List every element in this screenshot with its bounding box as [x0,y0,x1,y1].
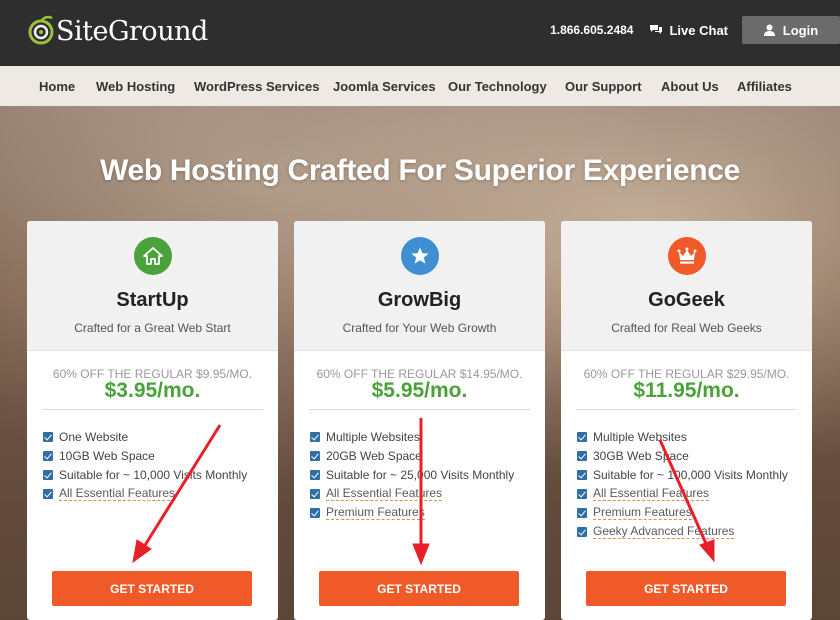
checkbox-icon [43,431,53,442]
feature-item: Suitable for ~ 100,000 Visits Monthly [577,465,788,484]
nav-our-technology[interactable]: Our Technology [448,79,547,94]
checkbox-icon [310,507,320,518]
feature-item-link[interactable]: All Essential Features [577,484,788,503]
plan-price: $5.95/mo. [371,379,468,402]
plan-tagline: Crafted for Your Web Growth [342,321,497,335]
plan-name: StartUp [116,289,189,311]
get-started-button[interactable]: GET STARTED [586,571,786,606]
top-bar: SiteGround 1.866.605.2484 Live Chat Logi… [0,0,840,66]
feature-item-link[interactable]: All Essential Features [43,484,247,503]
checkbox-icon [43,469,53,480]
logo[interactable]: SiteGround [28,14,208,48]
checkbox-icon [310,431,320,442]
checkbox-icon [43,488,53,499]
star-icon [400,237,439,275]
get-started-button[interactable]: GET STARTED [52,571,252,606]
nav-home[interactable]: Home [39,79,75,94]
crown-icon [667,237,706,275]
nav-about-us[interactable]: About Us [661,79,719,94]
login-button[interactable]: Login [742,16,840,44]
divider [309,409,530,410]
checkbox-icon [310,488,320,499]
feature-item: 30GB Web Space [577,446,788,465]
phone-number[interactable]: 1.866.605.2484 [550,23,633,37]
divider [42,409,263,410]
feature-item: Multiple Websites [577,427,788,446]
hero-title: Web Hosting Crafted For Superior Experie… [100,154,740,187]
plan-header: StartUp Crafted for a Great Web Start [27,221,278,351]
plan-tagline: Crafted for a Great Web Start [74,321,231,335]
feature-item: Multiple Websites [310,427,514,446]
plan-tagline: Crafted for Real Web Geeks [611,321,762,335]
logo-swirl-icon [28,14,54,48]
checkbox-icon [43,450,53,461]
main-nav: Home Web Hosting WordPress Services Joom… [0,66,840,106]
nav-web-hosting[interactable]: Web Hosting [96,79,175,94]
plan-card-gogeek: GoGeek Crafted for Real Web Geeks 60% OF… [561,221,812,620]
feature-list: Multiple Websites 20GB Web Space Suitabl… [310,427,514,522]
login-label: Login [782,22,819,38]
plan-price: $3.95/mo. [104,379,201,402]
feature-item-link[interactable]: All Essential Features [310,484,514,503]
divider [576,409,797,410]
plan-card-growbig: GrowBig Crafted for Your Web Growth 60% … [294,221,545,620]
plan-name: GoGeek [648,289,725,311]
plan-card-startup: StartUp Crafted for a Great Web Start 60… [27,221,278,620]
chat-bubble-icon [650,25,663,34]
plan-price: $11.95/mo. [633,379,740,402]
house-icon [133,237,172,275]
feature-item: 20GB Web Space [310,446,514,465]
nav-joomla-services[interactable]: Joomla Services [333,79,436,94]
feature-item-link[interactable]: Premium Features [310,503,514,522]
plan-name: GrowBig [377,289,462,311]
checkbox-icon [577,431,587,442]
logo-text: SiteGround [56,15,208,47]
feature-item-link[interactable]: Geeky Advanced Features [577,522,788,541]
feature-item: Suitable for ~ 25,000 Visits Monthly [310,465,514,484]
live-chat-link[interactable]: Live Chat [649,23,728,38]
feature-item: Suitable for ~ 10,000 Visits Monthly [43,465,247,484]
checkbox-icon [310,450,320,461]
get-started-button[interactable]: GET STARTED [319,571,519,606]
nav-our-support[interactable]: Our Support [565,79,642,94]
checkbox-icon [577,526,587,537]
checkbox-icon [577,450,587,461]
checkbox-icon [577,488,587,499]
feature-list: Multiple Websites 30GB Web Space Suitabl… [577,427,788,541]
user-icon [763,24,775,36]
checkbox-icon [577,507,587,518]
feature-item-link[interactable]: Premium Features [577,503,788,522]
checkbox-icon [310,469,320,480]
feature-list: One Website 10GB Web Space Suitable for … [43,427,247,503]
plan-header: GrowBig Crafted for Your Web Growth [294,221,545,351]
plan-header: GoGeek Crafted for Real Web Geeks [561,221,812,351]
feature-item: One Website [43,427,247,446]
nav-wordpress-services[interactable]: WordPress Services [194,79,320,94]
nav-affiliates[interactable]: Affiliates [737,79,792,94]
live-chat-label: Live Chat [669,22,728,38]
feature-item: 10GB Web Space [43,446,247,465]
checkbox-icon [577,469,587,480]
